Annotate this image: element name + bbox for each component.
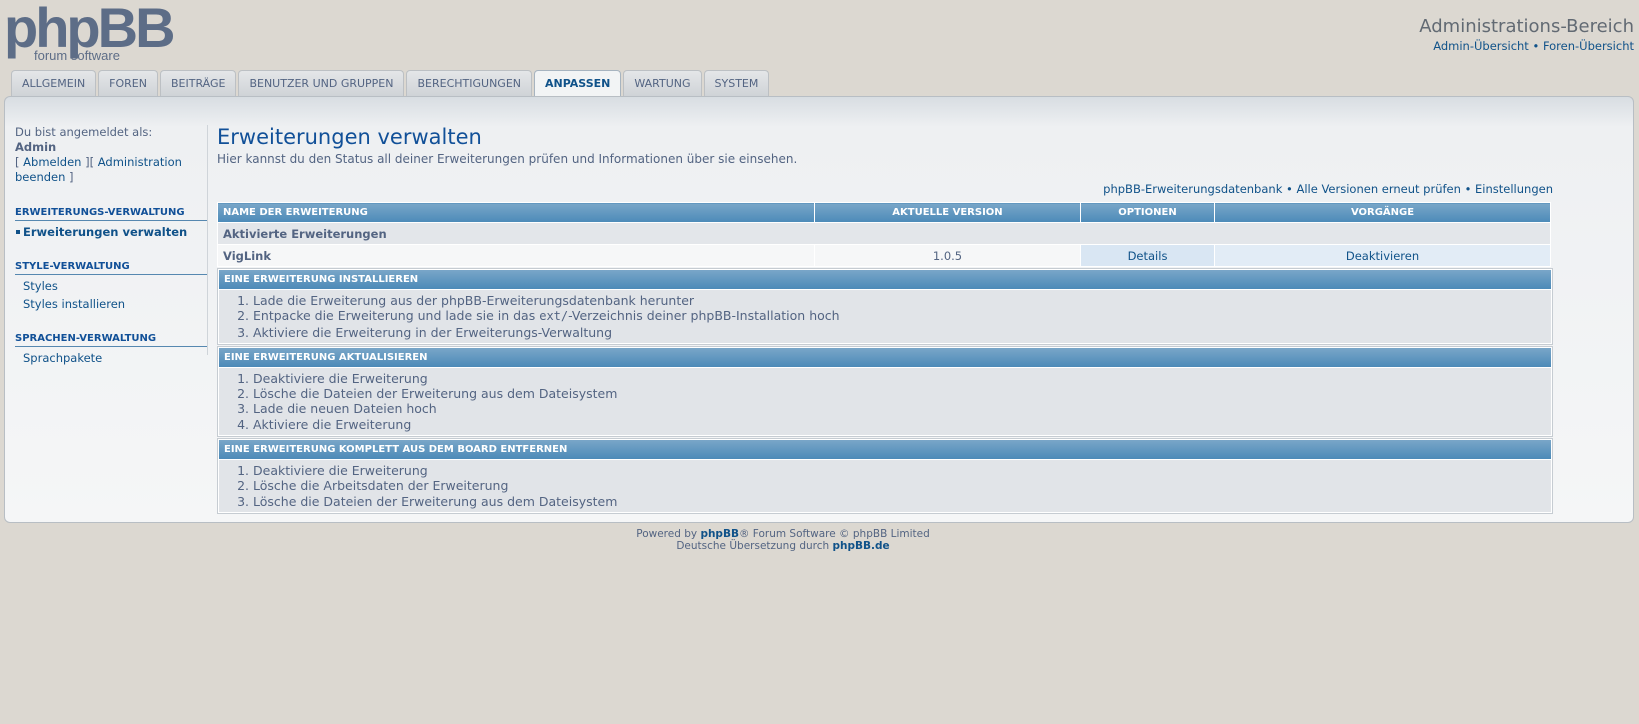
admin-overview-link[interactable]: Admin-Übersicht [1433,39,1529,53]
extensions-table: NAME DER ERWEITERUNG AKTUELLE VERSION OP… [217,202,1551,267]
remove-heading: EINE ERWEITERUNG KOMPLETT AUS DEM BOARD … [218,439,1552,461]
tab-system[interactable]: SYSTEM [703,70,770,96]
col-header-actions: VORGÄNGE [1214,202,1551,223]
main-tabs: ALLGEMEIN FOREN BEITRÄGE BENUTZER UND GR… [11,70,770,98]
menu-section-languages: SPRACHEN-VERWALTUNG [15,333,207,347]
extension-actions-cell: Deaktivieren [1214,244,1551,267]
sidebar-item-styles[interactable]: Styles [15,275,207,293]
page-description: Hier kannst du den Status all deiner Erw… [217,152,798,166]
main-panel: Du bist angemeldet als: Admin [ Abmelden… [4,96,1634,523]
tab-general[interactable]: ALLGEMEIN [11,70,97,96]
col-header-version: AKTUELLE VERSION [814,202,1081,223]
list-item: Deaktiviere die Erweiterung [253,371,1551,386]
powered-by: Powered by phpBB® Forum Software © phpBB… [0,528,1566,540]
col-header-options: OPTIONEN [1080,202,1215,223]
footer-text: ® Forum Software © phpBB Limited [738,528,930,540]
translation-credit: Deutsche Übersetzung durch phpBB.de [0,540,1566,552]
table-row: VigLink 1.0.5 Details Deaktivieren [217,244,1551,267]
tab-maintenance[interactable]: WARTUNG [623,70,702,96]
extension-version: 1.0.5 [814,244,1081,267]
table-section-row: Aktivierte Erweiterungen [217,222,1551,245]
list-item: Lade die Erweiterung aus der phpBB-Erwei… [253,293,1551,308]
phpbb-link[interactable]: phpBB [700,528,739,540]
list-item: Deaktiviere die Erweiterung [253,463,1551,478]
extension-options-cell: Details [1080,244,1215,267]
settings-link[interactable]: Einstellungen [1475,182,1553,196]
list-item: Entpacke die Erweiterung und lade sie in… [253,308,1551,324]
remove-steps: Deaktiviere die Erweiterung Lösche die A… [218,460,1552,513]
extension-links: phpBB-Erweiterungsdatenbank • Alle Versi… [217,182,1553,196]
install-instructions: EINE ERWEITERUNG INSTALLIEREN Lade die E… [217,268,1553,345]
list-item: Lösche die Arbeitsdaten der Erweiterung [253,478,1551,493]
footer-text: Powered by [636,528,698,540]
step-text: -Verzeichnis deiner phpBB-Installation h… [568,308,840,324]
extension-name: VigLink [217,244,815,267]
update-heading: EINE ERWEITERUNG AKTUALISIEREN [218,346,1552,368]
admin-header: Administrations-Bereich Admin-Übersicht … [1419,16,1634,53]
logout-link[interactable]: Abmelden [23,155,81,169]
enabled-extensions-label: Aktivierte Erweiterungen [217,222,1551,245]
phpbb-de-link[interactable]: phpBB.de [833,540,890,552]
logged-in-label: Du bist angemeldet als: [15,125,153,139]
main-content: Erweiterungen verwalten Hier kannst du d… [217,125,1553,514]
separator: • [1286,182,1293,196]
col-header-name: NAME DER ERWEITERUNG [217,202,815,223]
extension-db-link[interactable]: phpBB-Erweiterungsdatenbank [1103,182,1282,196]
tab-permissions[interactable]: BERECHTIGUNGEN [406,70,532,96]
tab-forums[interactable]: FOREN [98,70,158,96]
menu-section-extensions: ERWEITERUNGS-VERWALTUNG [15,207,207,221]
footer: Powered by phpBB® Forum Software © phpBB… [0,528,1566,552]
forum-overview-link[interactable]: Foren-Übersicht [1543,39,1634,53]
username: Admin [15,140,57,154]
sidebar-item-manage-extensions[interactable]: Erweiterungen verwalten [15,221,207,239]
update-instructions: EINE ERWEITERUNG AKTUALISIEREN Deaktivie… [217,345,1553,438]
sidebar-item-language-packs[interactable]: Sprachpakete [15,347,207,365]
sidebar: Du bist angemeldet als: Admin [ Abmelden… [15,125,208,365]
sidebar-item-install-styles[interactable]: Styles installieren [15,293,207,311]
list-item: Lade die neuen Dateien hoch [253,401,1551,416]
tab-customise[interactable]: ANPASSEN [534,70,622,98]
list-item: Aktiviere die Erweiterung in der Erweite… [253,325,1551,340]
update-steps: Deaktiviere die Erweiterung Lösche die D… [218,367,1552,437]
tab-posts[interactable]: BEITRÄGE [159,70,237,96]
header-links: Admin-Übersicht • Foren-Übersicht [1419,39,1634,53]
list-item: Lösche die Dateien der Erweiterung aus d… [253,494,1551,509]
login-info: Du bist angemeldet als: Admin [ Abmelden… [15,125,207,185]
recheck-versions-link[interactable]: Alle Versionen erneut prüfen [1296,182,1460,196]
phpbb-logo[interactable]: phpBB forum software [4,0,176,64]
install-heading: EINE ERWEITERUNG INSTALLIEREN [218,269,1552,290]
ext-path: ext/ [539,309,569,324]
separator: • [1532,39,1540,53]
disable-link[interactable]: Deaktivieren [1346,249,1419,263]
step-text: Entpacke die Erweiterung und lade sie in… [253,308,536,324]
page-heading: Administrations-Bereich [1419,16,1634,37]
separator: • [1464,182,1472,196]
remove-instructions: EINE ERWEITERUNG KOMPLETT AUS DEM BOARD … [217,438,1553,514]
session-links: [ Abmelden ][ Administration beenden ] [15,155,182,184]
page-title: Erweiterungen verwalten [217,125,482,149]
menu-section-styles: STYLE-VERWALTUNG [15,261,207,275]
logo-tagline: forum software [34,48,120,63]
install-steps: Lade die Erweiterung aus der phpBB-Erwei… [218,290,1552,344]
list-item: Aktiviere die Erweiterung [253,417,1551,432]
details-link[interactable]: Details [1128,249,1168,263]
footer-text: Deutsche Übersetzung durch [676,540,830,552]
tab-users-groups[interactable]: BENUTZER UND GRUPPEN [238,70,405,96]
list-item: Lösche die Dateien der Erweiterung aus d… [253,386,1551,401]
